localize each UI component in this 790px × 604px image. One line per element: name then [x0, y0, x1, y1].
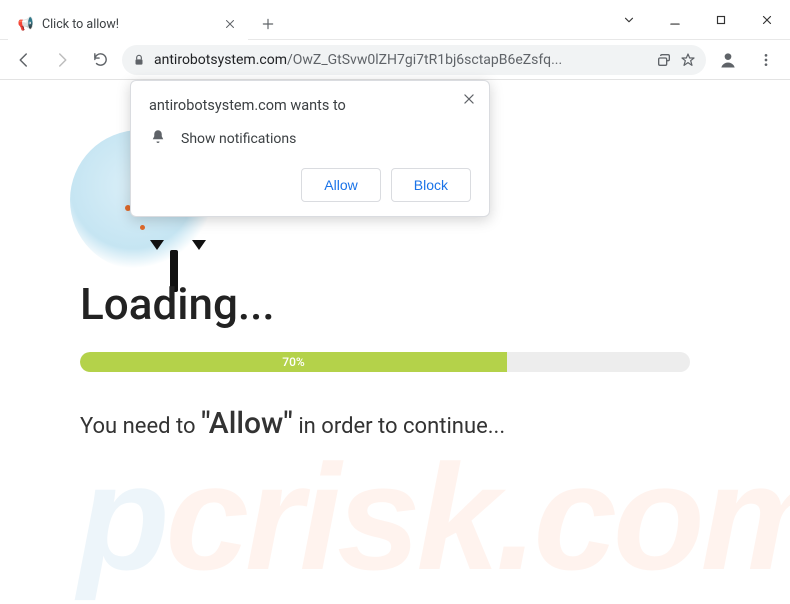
- maximize-button[interactable]: [698, 0, 744, 40]
- close-window-button[interactable]: [744, 0, 790, 40]
- block-button[interactable]: Block: [391, 168, 471, 202]
- tab-strip: 📢 Click to allow!: [8, 7, 282, 41]
- new-tab-button[interactable]: [254, 10, 282, 38]
- bell-icon: [149, 128, 167, 150]
- back-button[interactable]: [8, 44, 40, 76]
- cta-text: You need to "Allow" in order to continue…: [80, 406, 730, 441]
- allow-button[interactable]: Allow: [301, 168, 380, 202]
- loading-heading: Loading...: [80, 278, 730, 330]
- notification-permission-popup: antirobotsystem.com wants to Show notifi…: [130, 80, 490, 217]
- chevron-down-icon[interactable]: [606, 0, 652, 40]
- close-icon[interactable]: [459, 89, 479, 109]
- profile-icon[interactable]: [712, 44, 744, 76]
- url-text: antirobotsystem.com/OwZ_GtSvw0lZH7gi7tR1…: [154, 52, 648, 68]
- browser-toolbar: antirobotsystem.com/OwZ_GtSvw0lZH7gi7tR1…: [0, 40, 790, 80]
- browser-tab[interactable]: 📢 Click to allow!: [8, 7, 248, 41]
- star-icon[interactable]: [680, 52, 696, 68]
- share-icon[interactable]: [656, 52, 672, 68]
- address-bar[interactable]: antirobotsystem.com/OwZ_GtSvw0lZH7gi7tR1…: [122, 45, 706, 75]
- tab-title: Click to allow!: [42, 17, 214, 32]
- permission-title: antirobotsystem.com wants to: [149, 97, 471, 114]
- permission-item-label: Show notifications: [181, 131, 296, 147]
- lock-icon: [132, 53, 146, 67]
- tab-favicon: 📢: [18, 16, 34, 32]
- watermark: pcrisk.com: [78, 431, 790, 604]
- reload-button[interactable]: [84, 44, 116, 76]
- window-titlebar: 📢 Click to allow!: [0, 0, 790, 40]
- close-tab-icon[interactable]: [222, 16, 238, 32]
- progress-bar: 70%: [80, 352, 690, 372]
- menu-icon[interactable]: [750, 44, 782, 76]
- progress-label: 70%: [80, 352, 507, 372]
- forward-button[interactable]: [46, 44, 78, 76]
- minimize-button[interactable]: [652, 0, 698, 40]
